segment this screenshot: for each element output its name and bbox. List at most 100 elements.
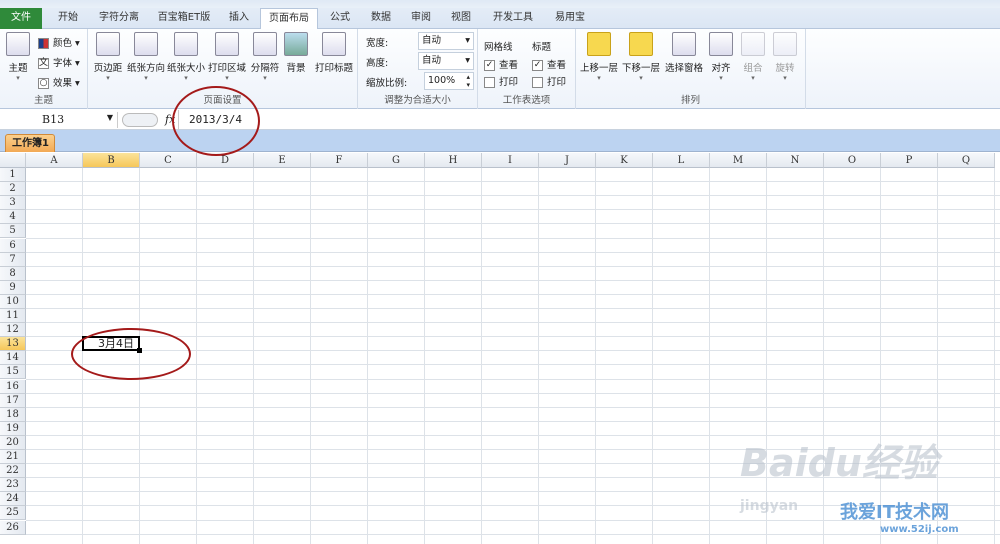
row-header-21[interactable]: 21 <box>0 450 26 465</box>
row-header-14[interactable]: 14 <box>0 351 26 366</box>
column-header-C[interactable]: C <box>140 153 197 168</box>
margins-button[interactable]: 页边距 ▾ <box>90 32 126 82</box>
column-header-A[interactable]: A <box>26 153 83 168</box>
breaks-button[interactable]: 分隔符 ▾ <box>248 32 282 82</box>
workbook-tab[interactable]: 工作簿1 <box>5 134 55 152</box>
row-header-26[interactable]: 26 <box>0 520 26 535</box>
print-area-button[interactable]: 打印区域 ▾ <box>207 32 247 82</box>
column-header-B[interactable]: B <box>83 153 140 168</box>
row-header-1[interactable]: 1 <box>0 168 26 183</box>
headings-print-checkbox[interactable]: 打印 <box>532 74 566 88</box>
column-header-H[interactable]: H <box>425 153 482 168</box>
column-header-E[interactable]: E <box>254 153 311 168</box>
row-header-23[interactable]: 23 <box>0 478 26 493</box>
print-titles-button[interactable]: 打印标题 <box>312 32 356 74</box>
row-header-17[interactable]: 17 <box>0 393 26 408</box>
formula-bar-collapse-button[interactable] <box>122 113 158 127</box>
row-header-2[interactable]: 2 <box>0 182 26 197</box>
gridlines-view-checkbox[interactable]: ✓ 查看 <box>484 57 518 71</box>
effects-button[interactable]: ○ 效果 ▾ <box>38 75 80 89</box>
gridline <box>26 406 1000 408</box>
row-header-8[interactable]: 8 <box>0 266 26 281</box>
tab-file[interactable]: 文件 <box>0 8 42 29</box>
tab-page-layout[interactable]: 页面布局 <box>260 8 318 30</box>
row-header-22[interactable]: 22 <box>0 464 26 479</box>
scale-spinner[interactable]: 100% ▴ ▾ <box>424 72 474 90</box>
tab-home[interactable]: 开始 <box>48 8 88 29</box>
group-button[interactable]: 组合 ▾ <box>738 32 768 82</box>
workbook-tab-bar: 工作簿1 <box>0 130 1000 152</box>
send-backward-button[interactable]: 下移一层 ▾ <box>620 32 662 82</box>
row-header-3[interactable]: 3 <box>0 196 26 211</box>
row-header-18[interactable]: 18 <box>0 407 26 422</box>
size-button[interactable]: 纸张大小 ▾ <box>166 32 206 82</box>
background-button[interactable]: 背景 <box>282 32 310 74</box>
tab-char-split[interactable]: 字符分离 <box>90 8 148 29</box>
column-header-G[interactable]: G <box>368 153 425 168</box>
tab-formulas[interactable]: 公式 <box>320 8 360 29</box>
annotation-circle-formula <box>172 86 260 156</box>
tab-data[interactable]: 数据 <box>362 8 400 29</box>
row-header-4[interactable]: 4 <box>0 210 26 225</box>
name-box[interactable]: B13 ▼ <box>0 112 118 128</box>
column-header-N[interactable]: N <box>767 153 824 168</box>
column-header-O[interactable]: O <box>824 153 881 168</box>
fonts-button[interactable]: 文字体 ▾ <box>38 55 80 69</box>
tab-baibaoxiang[interactable]: 百宝箱ET版 <box>150 8 218 29</box>
rotate-button[interactable]: 旋转 ▾ <box>770 32 800 82</box>
tab-developer[interactable]: 开发工具 <box>482 8 544 29</box>
gridlines-print-checkbox[interactable]: 打印 <box>484 74 518 88</box>
tab-yiyongbao[interactable]: 易用宝 <box>546 8 594 29</box>
ribbon-tabs: 文件 开始 字符分离 百宝箱ET版 插入 页面布局 公式 数据 审阅 视图 开发… <box>0 8 1000 30</box>
gridline <box>709 168 710 544</box>
headings-view-checkbox[interactable]: ✓ 查看 <box>532 57 566 71</box>
column-header-L[interactable]: L <box>653 153 710 168</box>
url-watermark: www.52ij.com <box>880 524 959 535</box>
row-header-10[interactable]: 10 <box>0 294 26 309</box>
width-select[interactable]: 自动 ▾ <box>418 32 474 50</box>
column-header-I[interactable]: I <box>482 153 539 168</box>
column-header-F[interactable]: F <box>311 153 368 168</box>
gridline <box>26 293 1000 295</box>
bring-forward-icon <box>587 32 611 56</box>
tab-insert[interactable]: 插入 <box>220 8 258 29</box>
baidu-watermark: Baidu经验 <box>740 432 938 487</box>
row-header-9[interactable]: 9 <box>0 280 26 295</box>
row-header-20[interactable]: 20 <box>0 435 26 450</box>
column-header-P[interactable]: P <box>881 153 938 168</box>
view-label: 查看 <box>499 60 519 71</box>
row-header-11[interactable]: 11 <box>0 309 26 324</box>
row-header-6[interactable]: 6 <box>0 238 26 253</box>
row-header-12[interactable]: 12 <box>0 323 26 338</box>
gridline <box>26 308 1000 309</box>
colors-button[interactable]: 颜色 ▾ <box>38 35 80 49</box>
column-header-J[interactable]: J <box>539 153 596 168</box>
row-header-5[interactable]: 5 <box>0 224 26 239</box>
print-titles-label: 打印标题 <box>314 63 353 74</box>
row-header-16[interactable]: 16 <box>0 379 26 394</box>
selection-pane-button[interactable]: 选择窗格 <box>662 32 706 74</box>
row-header-15[interactable]: 15 <box>0 365 26 380</box>
formula-input[interactable]: 2013/3/4 <box>178 110 1000 130</box>
row-header-19[interactable]: 19 <box>0 421 26 436</box>
column-header-Q[interactable]: Q <box>938 153 995 168</box>
bring-forward-button[interactable]: 上移一层 ▾ <box>578 32 620 82</box>
row-header-13[interactable]: 13 <box>0 337 26 352</box>
column-header-M[interactable]: M <box>710 153 767 168</box>
height-select[interactable]: 自动 ▾ <box>418 52 474 70</box>
orientation-button[interactable]: 纸张方向 ▾ <box>126 32 166 82</box>
background-icon <box>284 32 308 56</box>
group-label: 组合 <box>743 63 763 74</box>
select-all-corner[interactable] <box>0 153 26 168</box>
row-header-25[interactable]: 25 <box>0 506 26 521</box>
tab-review[interactable]: 审阅 <box>402 8 440 29</box>
theme-button[interactable]: 主题 ▾ <box>4 32 32 82</box>
print-titles-icon <box>322 32 346 56</box>
column-header-D[interactable]: D <box>197 153 254 168</box>
column-header-K[interactable]: K <box>596 153 653 168</box>
row-header-24[interactable]: 24 <box>0 492 26 507</box>
align-button[interactable]: 对齐 ▾ <box>706 32 736 82</box>
row-header-7[interactable]: 7 <box>0 252 26 267</box>
fonts-icon: 文 <box>38 58 49 69</box>
tab-view[interactable]: 视图 <box>442 8 480 29</box>
